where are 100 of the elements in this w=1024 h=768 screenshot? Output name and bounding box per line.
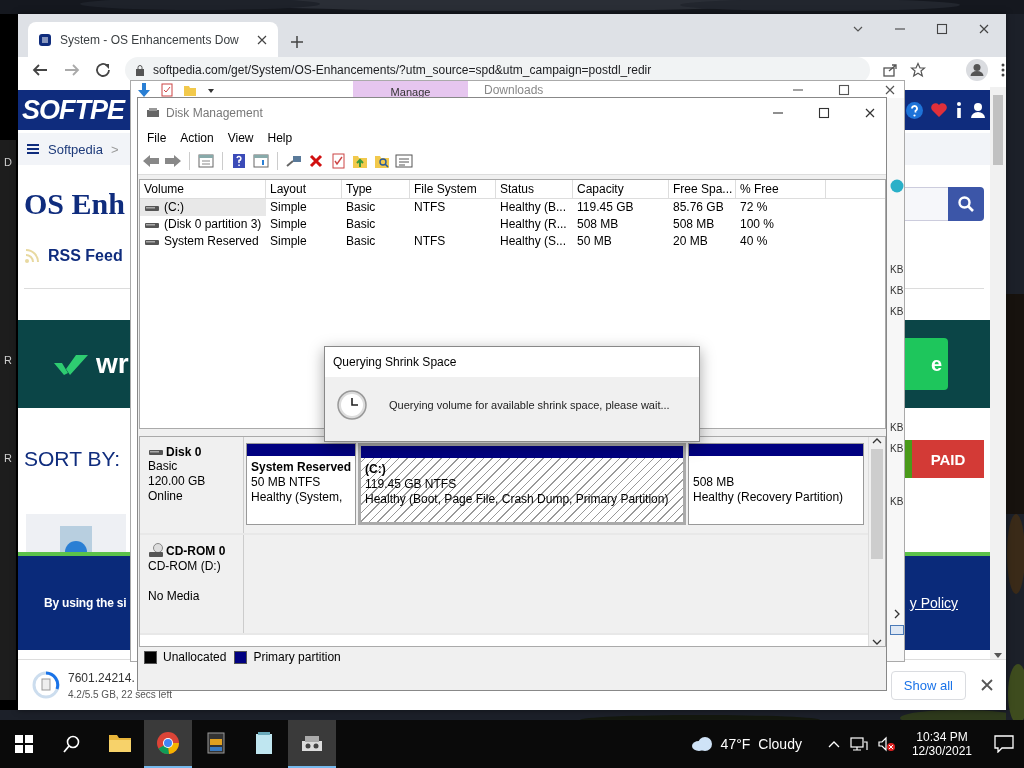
column-header[interactable]: Status bbox=[496, 180, 573, 199]
scroll-thumb[interactable] bbox=[993, 95, 1003, 165]
cloud-icon bbox=[690, 736, 713, 752]
partition[interactable]: (C:) 119.45 GB NTFS Healthy (Boot, Page File, Crash Dump, Primary Partition) bbox=[358, 443, 686, 525]
disk-management-icon bbox=[146, 106, 160, 120]
table-cell[interactable]: (C:) bbox=[140, 199, 266, 216]
search-button[interactable] bbox=[948, 186, 984, 221]
privacy-policy-link[interactable]: y Policy bbox=[909, 595, 958, 611]
column-header[interactable]: Volume bbox=[140, 180, 266, 199]
address-field[interactable]: softpedia.com/get/System/OS-Enhancements/?utm_source=spd&utm_campaign=postdl_redir bbox=[125, 57, 870, 83]
scroll-down-icon[interactable] bbox=[872, 638, 882, 646]
rss-feed-link[interactable]: RSS Feed bbox=[48, 247, 123, 265]
close-icon[interactable] bbox=[980, 678, 994, 692]
close-icon[interactable] bbox=[864, 107, 876, 119]
site-favicon-icon bbox=[38, 32, 52, 47]
maximize-icon[interactable] bbox=[838, 83, 850, 96]
table-cell-text: 508 MB bbox=[576, 216, 620, 233]
volume-muted-icon[interactable] bbox=[877, 736, 896, 752]
heart-icon[interactable] bbox=[930, 102, 948, 118]
maximize-icon[interactable] bbox=[818, 107, 830, 119]
check-logo-icon bbox=[54, 353, 90, 375]
column-header[interactable]: % Free bbox=[736, 180, 826, 199]
info-icon[interactable] bbox=[955, 101, 963, 119]
breadcrumb-link[interactable]: Softpedia bbox=[48, 141, 103, 157]
menu-item[interactable]: Action bbox=[173, 131, 221, 145]
column-header[interactable]: Capacity bbox=[573, 180, 669, 199]
scrollbar[interactable] bbox=[868, 437, 885, 646]
scroll-up-icon[interactable] bbox=[872, 437, 882, 445]
close-icon[interactable] bbox=[884, 83, 896, 96]
profile-icon[interactable] bbox=[966, 59, 988, 81]
table-cell-text: 50 MB bbox=[576, 233, 613, 250]
delete-icon[interactable] bbox=[307, 153, 325, 169]
menu-item[interactable]: Help bbox=[260, 131, 300, 145]
forward-icon[interactable] bbox=[164, 153, 182, 169]
disk-detail: Basic bbox=[148, 459, 179, 474]
taskbar-app[interactable] bbox=[144, 720, 192, 768]
partition[interactable]: System Reserved 50 MB NTFS Healthy (System, bbox=[246, 443, 356, 525]
rss-icon bbox=[24, 248, 40, 264]
column-header[interactable]: Layout bbox=[266, 180, 342, 199]
table-cell-text: 40 % bbox=[739, 233, 769, 250]
checklist-icon[interactable] bbox=[161, 82, 173, 97]
table-cell[interactable]: System Reserved bbox=[140, 233, 266, 250]
menu-icon[interactable] bbox=[1000, 62, 1006, 78]
hamburger-menu-icon[interactable] bbox=[26, 143, 40, 155]
show-all-button[interactable]: Show all bbox=[890, 670, 966, 700]
disk-label[interactable]: Disk 0 Basic 120.00 GB Online bbox=[140, 437, 244, 533]
search-field[interactable] bbox=[904, 186, 948, 221]
table-cell[interactable]: (Disk 0 partition 3) bbox=[140, 216, 266, 233]
scroll-thumb[interactable] bbox=[871, 449, 883, 559]
menu-item[interactable]: File bbox=[140, 131, 174, 145]
down-arrow-icon[interactable] bbox=[137, 81, 151, 98]
back-icon[interactable] bbox=[30, 62, 50, 78]
app-card[interactable] bbox=[26, 514, 126, 552]
site-logo[interactable]: SOFTPE bbox=[22, 94, 124, 126]
window-text: R bbox=[4, 452, 12, 464]
window-title: Downloads bbox=[484, 82, 544, 97]
folder-icon bbox=[108, 733, 132, 753]
share-icon[interactable] bbox=[882, 62, 898, 78]
user-icon[interactable] bbox=[970, 102, 986, 118]
star-icon[interactable] bbox=[910, 62, 926, 78]
notification-icon[interactable] bbox=[994, 735, 1014, 753]
search-icon bbox=[957, 194, 975, 213]
weather-condition[interactable]: Cloudy bbox=[758, 736, 802, 752]
partition[interactable]: 508 MB Healthy (Recovery Partition) bbox=[688, 443, 864, 525]
column-header[interactable]: Free Spa... bbox=[669, 180, 736, 199]
folder-up-icon[interactable] bbox=[351, 153, 369, 169]
paid-filter-button[interactable]: PAID bbox=[912, 440, 984, 478]
weather-temperature[interactable]: 47°F bbox=[720, 736, 751, 752]
disk-detail: No Media bbox=[148, 589, 201, 604]
help-icon[interactable] bbox=[906, 101, 923, 119]
download-progress-text: 4.2/5.5 GB, 22 secs left bbox=[68, 688, 172, 700]
scroll-down-icon[interactable] bbox=[993, 651, 1003, 659]
properties-icon[interactable] bbox=[252, 153, 270, 169]
disk-detail: CD-ROM (D:) bbox=[148, 559, 222, 574]
network-icon[interactable] bbox=[849, 736, 868, 752]
maximize-icon[interactable] bbox=[936, 22, 948, 35]
new-tab-icon[interactable] bbox=[290, 35, 304, 49]
window-text: D bbox=[4, 156, 12, 168]
close-icon[interactable] bbox=[978, 22, 990, 35]
browser-tab[interactable]: System - OS Enhancements Dow bbox=[28, 22, 278, 57]
column-header[interactable]: Type bbox=[342, 180, 410, 199]
table-cell-text: 508 MB bbox=[672, 216, 716, 233]
taskbar-app[interactable] bbox=[288, 720, 336, 768]
scroll-right-icon[interactable] bbox=[893, 609, 901, 619]
disk-label[interactable]: CD-ROM 0 CD-ROM (D:) No Media bbox=[140, 535, 244, 633]
table-cell-text: Healthy (S... bbox=[499, 233, 568, 250]
menu-item[interactable]: View bbox=[220, 131, 261, 145]
cd-drive-icon bbox=[148, 543, 164, 559]
download-filename[interactable]: 7601.24214. bbox=[68, 670, 135, 685]
clock[interactable]: 10:34 PM 12/30/2021 bbox=[911, 730, 972, 758]
help-icon[interactable] bbox=[230, 153, 248, 169]
column-header[interactable]: File System bbox=[410, 180, 496, 199]
checklist-icon[interactable] bbox=[329, 153, 347, 169]
view-icon[interactable] bbox=[890, 625, 904, 635]
folder-search-icon[interactable] bbox=[373, 153, 391, 169]
partition-size: 119.45 GB NTFS bbox=[365, 477, 458, 492]
scrollbar[interactable] bbox=[990, 87, 1006, 659]
notepad-icon bbox=[255, 731, 273, 755]
close-icon[interactable] bbox=[256, 33, 268, 46]
chevron-up-icon[interactable] bbox=[827, 740, 840, 748]
